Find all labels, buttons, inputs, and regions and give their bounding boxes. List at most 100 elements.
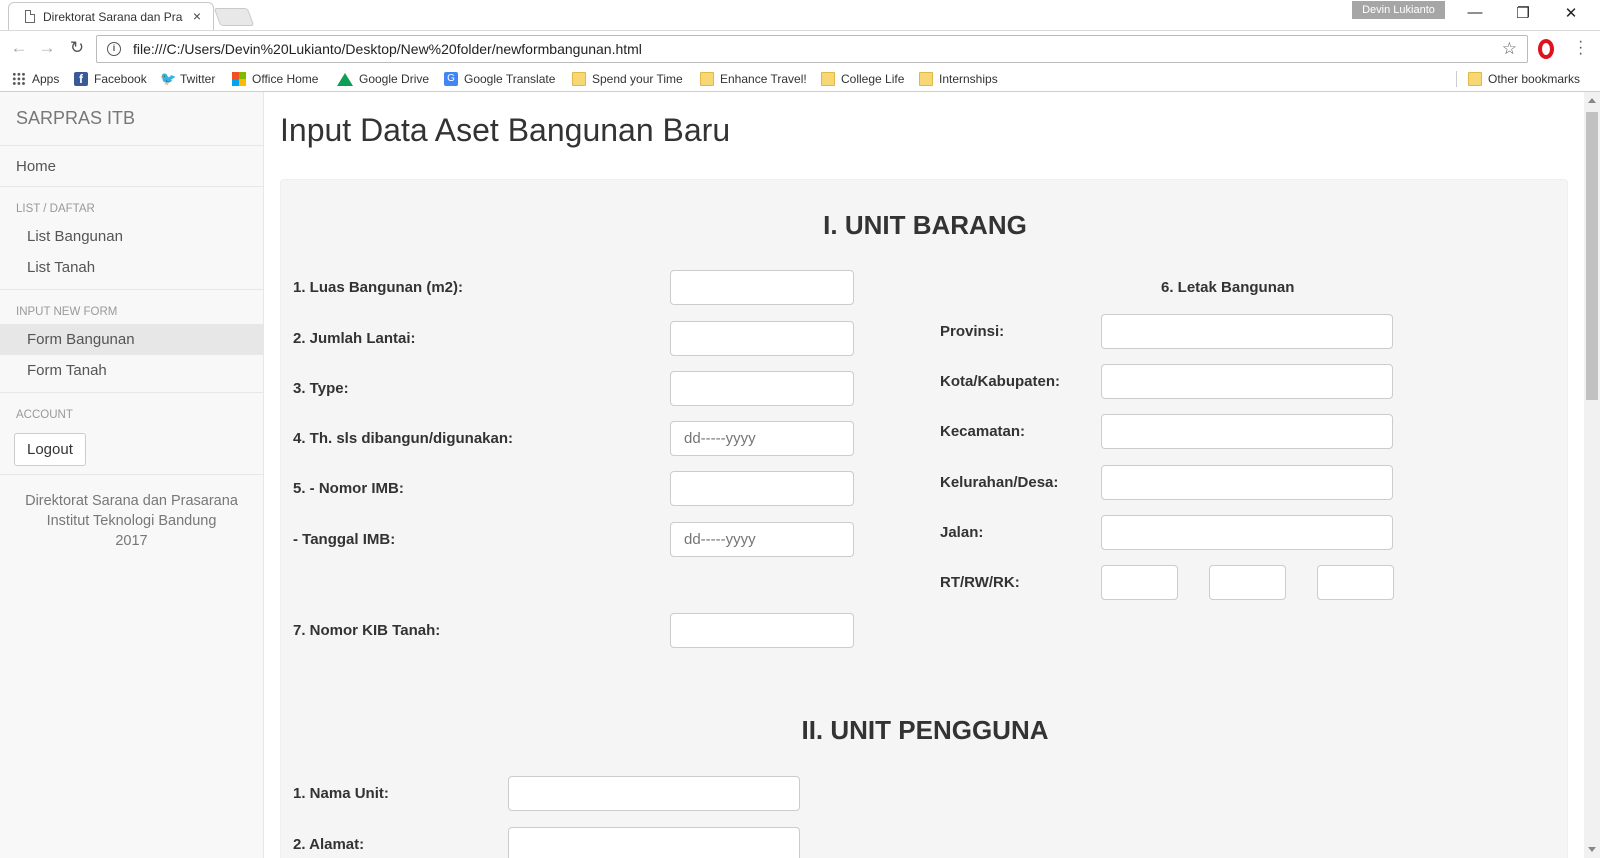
address-bar[interactable]: i file:///C:/Users/Devin%20Lukianto/Desk…: [96, 35, 1528, 63]
opera-extension-icon[interactable]: [1538, 39, 1554, 59]
close-window-button[interactable]: ✕: [1548, 4, 1594, 22]
sidebar: SARPRAS ITB Home LIST / DAFTAR List Bang…: [0, 92, 264, 858]
bookmark-office-home[interactable]: Office Home: [232, 70, 318, 88]
url-text[interactable]: file:///C:/Users/Devin%20Lukianto/Deskto…: [133, 41, 642, 57]
sidebar-item-list-bangunan[interactable]: List Bangunan: [0, 221, 263, 252]
scroll-up-arrow-icon[interactable]: [1588, 98, 1596, 103]
tahun-dibangun-date-input[interactable]: [670, 421, 854, 456]
bookmark-apps[interactable]: Apps: [12, 70, 59, 88]
alamat-input[interactable]: [508, 827, 800, 858]
sidebar-header-account: ACCOUNT: [16, 409, 73, 421]
browser-toolbar: ← → ↻ i file:///C:/Users/Devin%20Lukiant…: [0, 30, 1600, 67]
restore-button[interactable]: ❐: [1500, 4, 1546, 22]
apps-grid-icon: [12, 72, 26, 86]
sidebar-item-form-tanah[interactable]: Form Tanah: [0, 355, 263, 386]
label-alamat: 2. Alamat:: [293, 836, 365, 853]
label-tanggal-imb: - Tanggal IMB:: [293, 531, 396, 548]
label-provinsi: Provinsi:: [940, 323, 1005, 340]
sidebar-header-input: INPUT NEW FORM: [16, 306, 118, 318]
logout-button[interactable]: Logout: [14, 433, 86, 466]
page-title: Input Data Aset Bangunan Baru: [280, 112, 731, 148]
letak-bangunan-title: 6. Letak Bangunan: [1161, 279, 1295, 296]
label-rt-rw-rk: RT/RW/RK:: [940, 574, 1020, 591]
bookmark-star-icon[interactable]: ☆: [1502, 39, 1517, 59]
sidebar-group-account: ACCOUNT Logout: [0, 393, 263, 475]
kota-kabupaten-input[interactable]: [1101, 364, 1393, 399]
bookmark-other-bookmarks[interactable]: Other bookmarks: [1468, 70, 1580, 88]
bookmark-enhance-travel[interactable]: Enhance Travel!: [700, 70, 807, 88]
sidebar-group-input: INPUT NEW FORM Form Bangunan Form Tanah: [0, 290, 263, 393]
section-title-unit-barang: I. UNIT BARANG: [823, 210, 1027, 240]
bookmark-college-life[interactable]: College Life: [821, 70, 904, 88]
facebook-icon: f: [74, 72, 88, 86]
jumlah-lantai-input[interactable]: [670, 321, 854, 356]
bookmark-google-translate[interactable]: G Google Translate: [444, 70, 555, 88]
luas-bangunan-input[interactable]: [670, 270, 854, 305]
sidebar-item-list-tanah[interactable]: List Tanah: [0, 252, 263, 283]
tab-title: Direktorat Sarana dan Prasarana: [43, 9, 183, 24]
info-icon[interactable]: i: [107, 42, 121, 56]
nomor-kib-tanah-input[interactable]: [670, 613, 854, 648]
folder-icon: [919, 72, 933, 86]
document-icon: [25, 10, 35, 23]
page-viewport: SARPRAS ITB Home LIST / DAFTAR List Bang…: [0, 92, 1584, 858]
footer-line-2: Institut Teknologi Bandung: [46, 513, 217, 529]
menu-kebab-icon[interactable]: · · ·: [1578, 34, 1583, 62]
sidebar-item-form-bangunan[interactable]: Form Bangunan: [0, 324, 263, 355]
sidebar-item-home[interactable]: Home: [0, 146, 263, 187]
bookmark-facebook[interactable]: f Facebook: [74, 70, 147, 88]
profile-badge[interactable]: Devin Lukianto: [1352, 1, 1445, 19]
folder-icon: [572, 72, 586, 86]
label-jalan: Jalan:: [940, 524, 984, 541]
sidebar-footer: Direktorat Sarana dan Prasarana Institut…: [0, 475, 263, 567]
google-drive-icon: [337, 72, 353, 86]
label-nomor-kib-tanah: 7. Nomor KIB Tanah:: [293, 622, 441, 639]
footer-line-1: Direktorat Sarana dan Prasarana: [25, 493, 238, 509]
page-scrollbar[interactable]: [1584, 92, 1600, 858]
jalan-input[interactable]: [1101, 515, 1393, 550]
folder-icon: [700, 72, 714, 86]
bookmark-internships[interactable]: Internships: [919, 70, 998, 88]
bookmark-google-drive[interactable]: Google Drive: [337, 70, 429, 88]
back-arrow-icon[interactable]: ←: [8, 38, 30, 58]
reload-icon[interactable]: ↻: [66, 38, 88, 58]
nama-unit-input[interactable]: [508, 776, 800, 811]
forward-arrow-icon[interactable]: →: [36, 38, 58, 58]
office-icon: [232, 72, 246, 86]
tanggal-imb-date-input[interactable]: [670, 522, 854, 557]
sidebar-group-list: LIST / DAFTAR List Bangunan List Tanah: [0, 187, 263, 290]
footer-line-3: 2017: [115, 533, 148, 549]
rt-input[interactable]: [1101, 565, 1178, 600]
browser-tab[interactable]: Direktorat Sarana dan Prasarana ×: [8, 2, 214, 30]
label-jumlah-lantai: 2. Jumlah Lantai:: [293, 330, 416, 347]
google-translate-icon: G: [444, 72, 458, 86]
scrollbar-thumb[interactable]: [1586, 112, 1598, 400]
brand-title[interactable]: SARPRAS ITB: [0, 92, 263, 146]
label-luas-bangunan: 1. Luas Bangunan (m2):: [293, 279, 464, 296]
form-panel: I. UNIT BARANG 1. Luas Bangunan (m2): 2.…: [280, 179, 1568, 858]
label-tahun-dibangun: 4. Th. sls dibangun/digunakan:: [293, 430, 514, 447]
provinsi-input[interactable]: [1101, 314, 1393, 349]
new-tab-button[interactable]: [213, 8, 255, 26]
bookmarks-bar: Apps f Facebook 🐦 Twitter Office Home Goog…: [0, 67, 1600, 92]
scroll-down-arrow-icon[interactable]: [1588, 847, 1596, 852]
bookmark-spend-your-time[interactable]: Spend your Time: [572, 70, 683, 88]
label-type: 3. Type:: [293, 380, 349, 397]
main-content: Input Data Aset Bangunan Baru I. UNIT BA…: [280, 92, 1568, 858]
kelurahan-desa-input[interactable]: [1101, 465, 1393, 500]
tab-close-icon[interactable]: ×: [193, 8, 201, 24]
rw-input[interactable]: [1209, 565, 1286, 600]
type-input[interactable]: [670, 371, 854, 406]
minimize-button[interactable]: —: [1452, 4, 1498, 21]
folder-icon: [821, 72, 835, 86]
label-kecamatan: Kecamatan:: [940, 423, 1026, 440]
twitter-icon: 🐦: [160, 71, 177, 86]
label-kota-kabupaten: Kota/Kabupaten:: [940, 373, 1060, 390]
section-title-unit-pengguna: II. UNIT PENGGUNA: [801, 715, 1049, 745]
kecamatan-input[interactable]: [1101, 414, 1393, 449]
nomor-imb-input[interactable]: [670, 471, 854, 506]
folder-icon: [1468, 72, 1482, 86]
rk-input[interactable]: [1317, 565, 1394, 600]
label-kelurahan-desa: Kelurahan/Desa:: [940, 474, 1059, 491]
bookmark-twitter[interactable]: 🐦 Twitter: [160, 70, 215, 88]
